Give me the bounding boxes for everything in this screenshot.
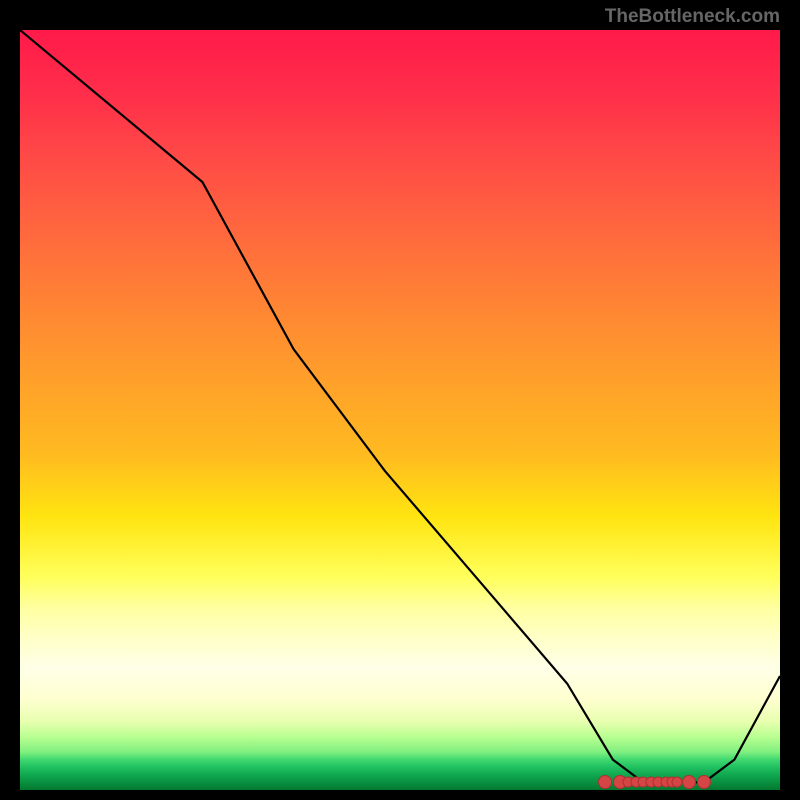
data-marker	[682, 775, 696, 789]
watermark: TheBottleneck.com	[605, 6, 780, 28]
data-marker	[697, 775, 711, 789]
data-marker	[598, 775, 612, 789]
chart-line	[20, 30, 780, 790]
plot-area	[20, 30, 780, 790]
